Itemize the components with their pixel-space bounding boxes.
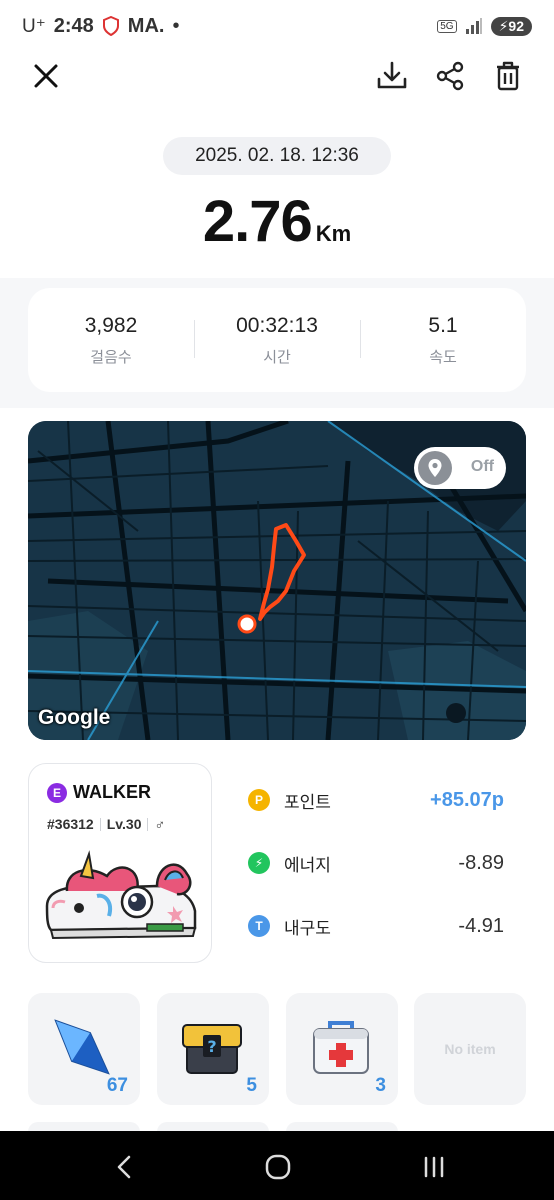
first-aid-kit-icon — [313, 1021, 369, 1074]
reward-points-label: 포인트 — [284, 792, 331, 812]
signal-icon — [465, 18, 482, 34]
location-pin-icon — [418, 451, 452, 485]
unicorn-sneaker-image — [45, 850, 197, 940]
clock: 2:48 — [53, 14, 94, 37]
top-toolbar — [0, 52, 554, 102]
item-slot-empty[interactable]: No item — [414, 993, 526, 1105]
home-button[interactable] — [258, 1149, 298, 1185]
item-slot-first-aid-kit[interactable]: 3 — [286, 993, 398, 1105]
map-location-toggle[interactable]: Off — [414, 447, 506, 489]
home-icon — [265, 1154, 291, 1180]
status-bar: U⁺ 2:48 MA. • 5G ⚡92 — [0, 0, 554, 52]
distance-unit: Km — [315, 221, 352, 246]
close-icon — [34, 64, 58, 88]
walker-card[interactable]: E WALKER #36312 Lv.30 ♂ — [28, 763, 212, 963]
walker-gender: ♂ — [154, 816, 165, 832]
distance-value: 2.76 — [202, 189, 313, 254]
walker-grade-badge: E — [47, 782, 67, 803]
stat-steps: 3,982 걸음수 — [28, 314, 194, 367]
stat-time-value: 00:32:13 — [236, 313, 318, 337]
battery-indicator: ⚡92 — [490, 16, 532, 36]
stat-time: 00:32:13 시간 — [194, 314, 360, 367]
delete-button[interactable] — [490, 58, 526, 94]
stats-card: 3,982 걸음수 00:32:13 시간 5.1 속도 — [28, 288, 526, 392]
stat-speed-value: 5.1 — [428, 313, 458, 337]
walker-level: Lv.30 — [106, 816, 142, 832]
distance-display: 2.76 Km — [0, 188, 554, 255]
battery-level: 92 — [508, 17, 524, 34]
blue-gem-icon — [54, 1019, 110, 1075]
download-button[interactable] — [374, 58, 410, 94]
share-icon — [436, 61, 464, 91]
notification-dot: • — [172, 14, 180, 37]
stat-steps-label: 걸음수 — [90, 348, 132, 366]
map-attribution: Google — [38, 706, 111, 729]
close-button[interactable] — [28, 58, 64, 94]
walker-meta: #36312 Lv.30 ♂ — [47, 816, 165, 832]
route-map[interactable]: Off Google — [28, 421, 526, 740]
recents-icon — [424, 1156, 444, 1178]
divider — [147, 817, 149, 831]
record-datetime: 2025. 02. 18. 12:36 — [163, 137, 391, 175]
system-nav-bar — [0, 1131, 554, 1200]
mystery-box-icon: ? — [182, 1024, 242, 1074]
divider — [99, 817, 101, 831]
durability-icon: T — [248, 915, 270, 937]
trash-icon — [497, 61, 519, 91]
network-indicator: 5G — [437, 19, 457, 33]
energy-icon: ⚡ — [248, 852, 270, 874]
walker-name: WALKER — [73, 782, 151, 802]
stat-steps-value: 3,982 — [84, 313, 138, 337]
reward-energy: ⚡ 에너지 -8.89 — [248, 848, 504, 878]
reward-energy-value: -8.89 — [458, 851, 504, 874]
stat-speed-label: 속도 — [429, 348, 457, 366]
stat-time-label: 시간 — [263, 348, 291, 366]
item-gem-count: 67 — [106, 1075, 128, 1096]
stat-speed: 5.1 속도 — [360, 314, 526, 367]
carrier-label: U⁺ — [22, 15, 46, 37]
reward-points-value: +85.07p — [430, 788, 504, 811]
item-first-aid-kit-count: 3 — [375, 1075, 386, 1096]
back-button[interactable] — [104, 1149, 144, 1185]
item-mystery-box-count: 5 — [246, 1075, 257, 1096]
item-slot-mystery-box[interactable]: ? 5 — [157, 993, 269, 1105]
back-icon — [117, 1155, 131, 1179]
app-notification-badge: MA. — [127, 14, 165, 37]
reward-points: P 포인트 +85.07p — [248, 785, 504, 815]
item-slot-gem[interactable]: 67 — [28, 993, 140, 1105]
shield-icon — [102, 16, 119, 36]
points-icon: P — [248, 789, 270, 811]
share-button[interactable] — [432, 58, 468, 94]
svg-text:?: ? — [207, 1037, 216, 1056]
walker-id: #36312 — [47, 816, 94, 832]
reward-durability-value: -4.91 — [458, 914, 504, 937]
recents-button[interactable] — [414, 1149, 454, 1185]
map-toggle-label: Off — [470, 458, 494, 475]
reward-durability: T 내구도 -4.91 — [248, 911, 504, 941]
walker-title: E WALKER — [47, 782, 151, 803]
download-icon — [377, 61, 407, 89]
reward-durability-label: 내구도 — [284, 918, 331, 938]
reward-energy-label: 에너지 — [284, 855, 331, 875]
